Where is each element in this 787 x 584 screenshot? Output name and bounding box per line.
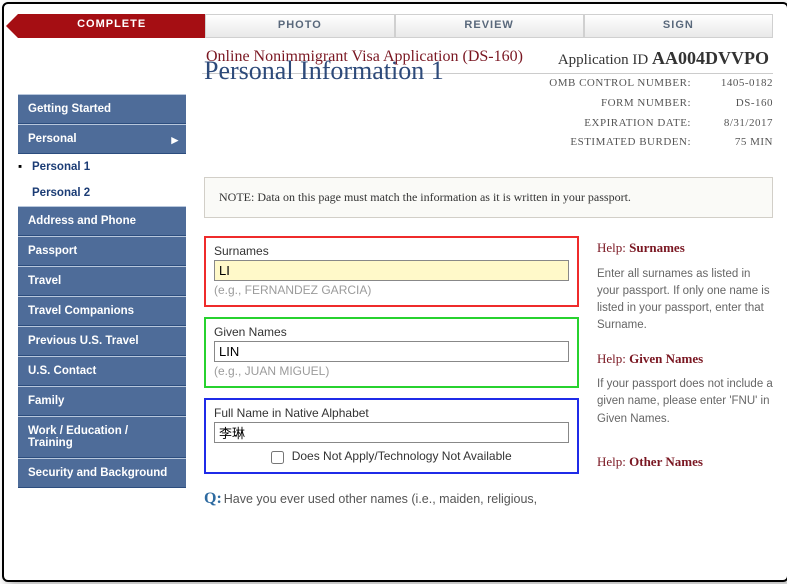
native-name-label: Full Name in Native Alphabet bbox=[214, 406, 569, 420]
native-not-apply-checkbox[interactable] bbox=[271, 451, 284, 464]
sidebar-item-passport[interactable]: Passport bbox=[18, 236, 186, 266]
sidebar-item-security-background[interactable]: Security and Background bbox=[18, 458, 186, 488]
surnames-hint: (e.g., FERNANDEZ GARCIA) bbox=[214, 283, 569, 297]
page-title: Personal Information 1 bbox=[204, 56, 444, 86]
surnames-input[interactable] bbox=[214, 260, 569, 281]
surnames-group: Surnames (e.g., FERNANDEZ GARCIA) bbox=[204, 236, 579, 307]
sidebar-item-travel-companions[interactable]: Travel Companions bbox=[18, 296, 186, 326]
application-id: Application ID AA004DVVPO bbox=[558, 48, 769, 69]
help-given-title: Help: Given Names bbox=[597, 349, 773, 369]
tab-review[interactable]: REVIEW bbox=[395, 14, 584, 38]
tab-sign[interactable]: SIGN bbox=[584, 14, 773, 38]
tab-complete[interactable]: COMPLETE bbox=[18, 14, 205, 38]
help-panel: Help: Surnames Enter all surnames as lis… bbox=[597, 236, 773, 507]
native-name-input[interactable] bbox=[214, 422, 569, 443]
tab-photo[interactable]: PHOTO bbox=[205, 14, 394, 38]
help-other-title: Help: Other Names bbox=[597, 452, 773, 472]
given-names-group: Given Names (e.g., JUAN MIGUEL) bbox=[204, 317, 579, 388]
progress-tabs: COMPLETE PHOTO REVIEW SIGN bbox=[18, 14, 773, 38]
surnames-label: Surnames bbox=[214, 244, 569, 258]
sidebar-sub-personal-2[interactable]: Personal 2 bbox=[18, 180, 186, 206]
sidebar-item-us-contact[interactable]: U.S. Contact bbox=[18, 356, 186, 386]
sidebar: Getting Started Personal Personal 1 Pers… bbox=[18, 94, 186, 508]
given-names-input[interactable] bbox=[214, 341, 569, 362]
passport-note: NOTE: Data on this page must match the i… bbox=[204, 177, 773, 218]
sidebar-item-family[interactable]: Family bbox=[18, 386, 186, 416]
help-surnames-body: Enter all surnames as listed in your pas… bbox=[597, 266, 773, 335]
sidebar-item-personal[interactable]: Personal bbox=[18, 124, 186, 154]
sidebar-sub-personal-1[interactable]: Personal 1 bbox=[18, 154, 186, 180]
sidebar-item-work-education[interactable]: Work / Education / Training bbox=[18, 416, 186, 458]
sidebar-item-previous-us-travel[interactable]: Previous U.S. Travel bbox=[18, 326, 186, 356]
sidebar-item-getting-started[interactable]: Getting Started bbox=[18, 94, 186, 124]
help-surnames-title: Help: Surnames bbox=[597, 238, 773, 258]
help-given-body: If your passport does not include a give… bbox=[597, 376, 773, 428]
given-names-label: Given Names bbox=[214, 325, 569, 339]
sidebar-item-travel[interactable]: Travel bbox=[18, 266, 186, 296]
given-names-hint: (e.g., JUAN MIGUEL) bbox=[214, 364, 569, 378]
native-not-apply-label: Does Not Apply/Technology Not Available bbox=[292, 449, 512, 463]
sidebar-item-address-phone[interactable]: Address and Phone bbox=[18, 206, 186, 236]
native-name-group: Full Name in Native Alphabet Does Not Ap… bbox=[204, 398, 579, 473]
other-names-question: Q:Have you ever used other names (i.e., … bbox=[204, 490, 579, 508]
